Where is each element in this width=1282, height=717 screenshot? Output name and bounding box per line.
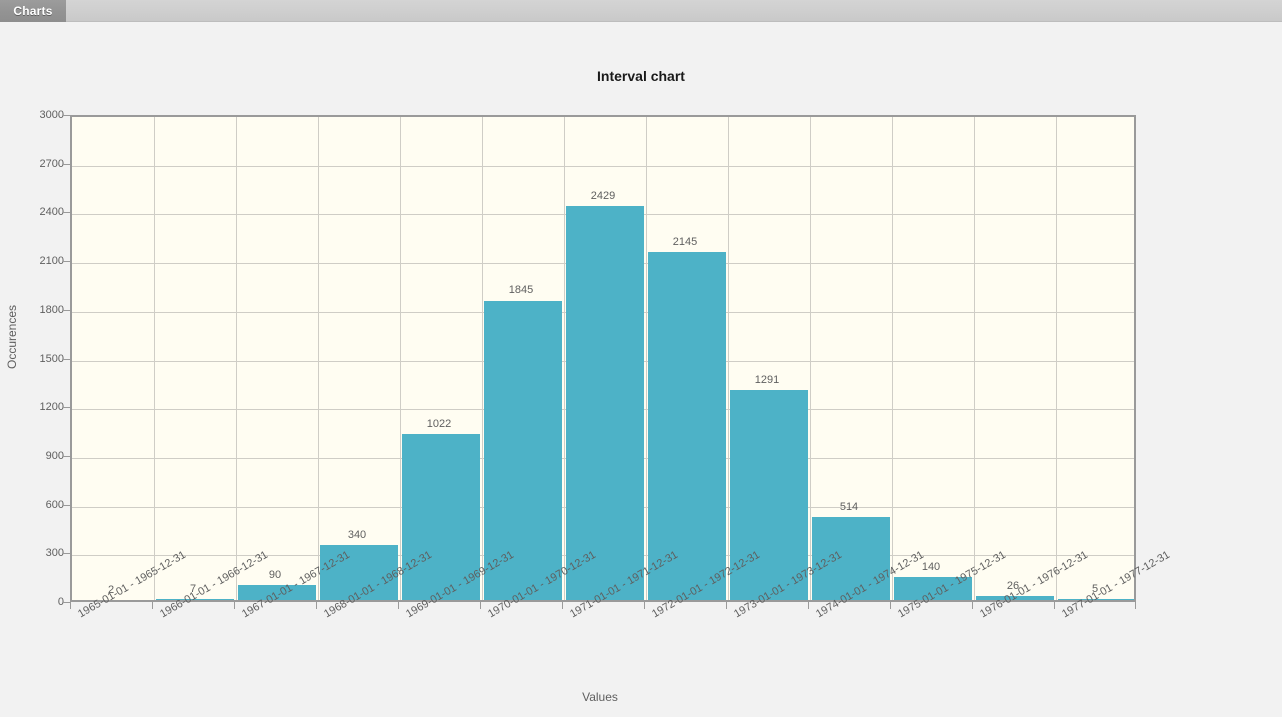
tab-bar: Charts — [0, 0, 1282, 22]
gridline-vertical — [646, 117, 647, 600]
x-axis-tick-mark — [1135, 602, 1136, 609]
gridline-vertical — [810, 117, 811, 600]
gridline-vertical — [236, 117, 237, 600]
y-axis-tick-label: 600 — [45, 498, 64, 511]
y-axis-tick-mark — [63, 359, 70, 360]
x-axis-tick-mark — [890, 602, 891, 609]
gridline-vertical — [1056, 117, 1057, 600]
x-axis-tick-mark — [562, 602, 563, 609]
gridline-vertical — [892, 117, 893, 600]
gridline-vertical — [482, 117, 483, 600]
gridline-vertical — [564, 117, 565, 600]
y-axis-tick-marks — [63, 115, 70, 603]
tab-charts[interactable]: Charts — [0, 0, 66, 22]
y-axis-tick-mark — [63, 164, 70, 165]
y-axis-tick-mark — [63, 115, 70, 116]
y-axis-tick-mark — [63, 212, 70, 213]
y-axis-tick-label: 1800 — [39, 303, 64, 316]
gridline-vertical — [974, 117, 975, 600]
x-axis-tick-mark — [480, 602, 481, 609]
x-axis-tick-mark — [1054, 602, 1055, 609]
y-axis-tick-label: 300 — [45, 547, 64, 560]
x-axis-tick-mark — [234, 602, 235, 609]
bar[interactable] — [484, 300, 562, 600]
x-axis-tick-mark — [972, 602, 973, 609]
chart-title: Interval chart — [597, 68, 685, 84]
plot-area — [70, 115, 1136, 602]
x-axis-title: Values — [582, 690, 618, 704]
x-axis-tick-mark — [726, 602, 727, 609]
gridline-vertical — [154, 117, 155, 600]
y-axis-tick-label: 2700 — [39, 157, 64, 170]
y-axis-title: Occurences — [5, 304, 19, 370]
x-axis-tick-mark — [398, 602, 399, 609]
y-axis-tick-label: 2400 — [39, 206, 64, 219]
bar[interactable] — [648, 251, 726, 600]
y-axis-tick-mark — [63, 602, 70, 603]
x-axis-tick-mark — [152, 602, 153, 609]
y-axis-tick-mark — [63, 553, 70, 554]
x-axis-tick-mark — [808, 602, 809, 609]
y-axis-tick-mark — [63, 505, 70, 506]
y-axis-tick-labels: 0 300 600 900 1200 1500 1800 2100 2400 2700 3000 — [12, 109, 64, 608]
y-axis-tick-label: 2100 — [39, 255, 64, 268]
x-axis-tick-mark — [644, 602, 645, 609]
y-axis-tick-label: 1500 — [39, 352, 64, 365]
chart-container: Interval chart 0 300 600 900 1200 1500 1800 210… — [0, 22, 1282, 717]
y-axis-tick-label: 3000 — [39, 109, 64, 121]
x-axis-tick-mark — [70, 602, 71, 609]
gridline-vertical — [400, 117, 401, 600]
bar[interactable] — [566, 205, 644, 600]
y-axis-tick-label: 0 — [57, 596, 64, 608]
gridline-vertical — [728, 117, 729, 600]
y-axis-tick-mark — [63, 261, 70, 262]
x-axis-tick-labels: 1965-01-01 - 1965-12-31 1966-01-01 - 1966… — [70, 549, 1172, 700]
gridline-vertical — [318, 117, 319, 600]
y-axis-tick-label: 1200 — [39, 401, 64, 414]
y-axis-tick-mark — [63, 310, 70, 311]
y-axis-tick-label: 900 — [45, 449, 64, 462]
x-axis-tick-mark — [316, 602, 317, 609]
y-axis-tick-mark — [63, 456, 70, 457]
y-axis-tick-mark — [63, 407, 70, 408]
